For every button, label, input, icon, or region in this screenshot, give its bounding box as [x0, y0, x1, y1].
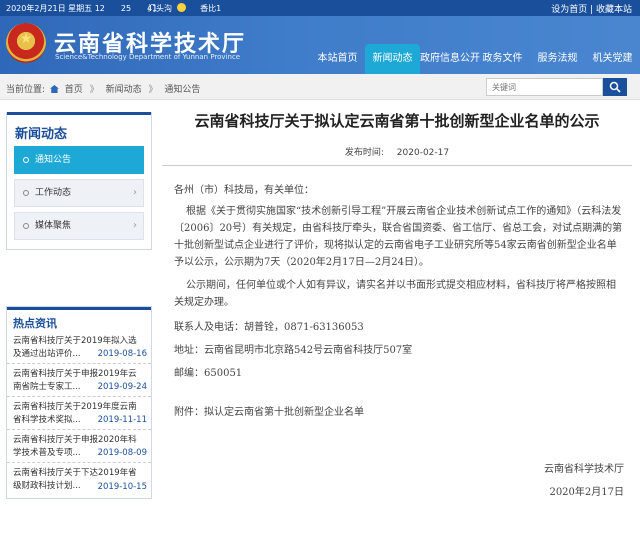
sidebar-item-work-news[interactable]: 工作动态 ›: [14, 179, 144, 207]
breadcrumb-separator: 》: [89, 85, 99, 95]
site-subtitle: Science&Technology Department of Yunnan …: [55, 53, 241, 61]
hot-news-line2: 南省院士专家工...: [13, 382, 81, 392]
breadcrumb-news[interactable]: 新闻动态: [106, 85, 142, 95]
hot-news-item[interactable]: 云南省科技厅关于申报2020年科 学技术普及专项... 2019-08-09: [7, 432, 151, 463]
article-meta: 发布时间: 2020-02-17: [162, 145, 632, 158]
sidebar: 新闻动态 通知公告 工作动态 › 媒体聚焦 ›: [6, 112, 152, 250]
nav-home[interactable]: 本站首页: [310, 44, 365, 74]
signature: 云南省科学技术厅: [544, 464, 624, 475]
hot-news-line2: 学技术普及专项...: [13, 448, 81, 458]
hot-news-item[interactable]: 云南省科技厅关于2019年拟入选 及通过出站评价... 2019-08-16: [7, 333, 151, 364]
hot-news-item[interactable]: 云南省科技厅关于下达2019年省 级财政科技计划... 2019-10-15: [7, 465, 151, 496]
postcode-info: 邮编：650051: [174, 368, 243, 379]
article: 云南省科技厅关于拟认定云南省第十批创新型企业名单的公示 发布时间: 2020-0…: [162, 112, 632, 501]
chevron-right-icon: ›: [133, 220, 137, 231]
article-title: 云南省科技厅关于拟认定云南省第十批创新型企业名单的公示: [194, 112, 600, 130]
site-header: ★ 云南省科学技术厅 Science&Technology Department…: [0, 16, 640, 74]
sidebar-title: 新闻动态: [7, 112, 151, 146]
hot-news-line1: 云南省科技厅关于2019年拟入选: [13, 336, 137, 346]
top-info-bar: 2020年2月21日 星期五 12 25 41 门头沟 香比1 设为首页 | 收…: [0, 0, 640, 16]
home-icon: [49, 85, 59, 93]
breadcrumb-notices[interactable]: 通知公告: [164, 85, 200, 95]
hot-news-line2: 级财政科技计划...: [13, 481, 81, 491]
weather-city: 门头沟: [148, 4, 172, 13]
hot-news-date: 2019-10-15: [97, 482, 147, 492]
chevron-right-icon: ›: [133, 187, 137, 198]
search-button[interactable]: [603, 78, 627, 96]
hot-news-item[interactable]: 云南省科技厅关于2019年度云南 省科学技术奖拟... 2019-11-11: [7, 399, 151, 430]
article-greeting: 各州（市）科技局，有关单位：: [174, 185, 314, 196]
homepage-favorite-links[interactable]: 设为首页 | 收藏本站: [551, 2, 632, 15]
attachment-link[interactable]: 附件：拟认定云南省第十批创新型企业名单: [174, 404, 624, 421]
article-body: 各州（市）科技局，有关单位： 根据《关于贯彻实施国家“技术创新引导工程”开展云南…: [162, 182, 632, 501]
sidebar-news-panel: 新闻动态 通知公告 工作动态 › 媒体聚焦 ›: [6, 112, 152, 250]
bullet-icon: [23, 223, 29, 229]
current-datetime: 2020年2月21日 星期五 12 25 41: [6, 4, 158, 13]
nav-service-regulations[interactable]: 服务法规: [530, 44, 585, 74]
publish-date-label: 发布时间:: [344, 148, 384, 158]
sun-icon: [176, 3, 186, 12]
hot-news-line1: 云南省科技厅关于下达2019年省: [13, 468, 137, 478]
nav-news[interactable]: 新闻动态: [365, 44, 420, 74]
article-paragraph: 根据《关于贯彻实施国家“技术创新引导工程”开展云南省企业技术创新试点工作的通知》…: [174, 206, 623, 268]
hot-news-date: 2019-09-24: [97, 382, 147, 392]
publish-date: 2020-02-17: [396, 148, 450, 158]
sidebar-item-label: 媒体聚焦: [35, 221, 72, 231]
sidebar-item-label: 工作动态: [35, 188, 72, 198]
breadcrumb-label: 当前位置:: [6, 85, 46, 95]
bullet-icon: [23, 157, 29, 163]
nav-info-disclosure[interactable]: 政府信息公开: [420, 44, 480, 74]
breadcrumb-home[interactable]: 首页: [65, 85, 83, 95]
hot-news-line1: 云南省科技厅关于申报2020年科: [13, 435, 137, 445]
search-icon: [609, 81, 621, 93]
breadcrumb: 当前位置: 首页 》 新闻动态 》 通知公告: [6, 82, 200, 95]
hot-news-date: 2019-08-09: [97, 448, 147, 458]
hot-news-line1: 云南省科技厅关于申报2019年云: [13, 369, 137, 379]
sidebar-item-label: 通知公告: [35, 155, 72, 165]
address-info: 地址：云南省昆明市北京路542号云南省科技厅507室: [174, 345, 413, 356]
weather-extra: 香比1: [200, 4, 222, 13]
weather-widget: 门头沟 香比1: [148, 3, 221, 14]
nav-party-building[interactable]: 机关党建: [585, 44, 640, 74]
sidebar-item-media[interactable]: 媒体聚焦 ›: [14, 212, 144, 240]
hot-news-date: 2019-08-16: [97, 349, 147, 359]
hot-news-line1: 云南省科技厅关于2019年度云南: [13, 402, 137, 412]
breadcrumb-separator: 》: [148, 85, 158, 95]
hot-news-line2: 省科学技术奖拟...: [13, 415, 81, 425]
hot-news-panel: 热点资讯 云南省科技厅关于2019年拟入选 及通过出站评价... 2019-08…: [6, 306, 152, 499]
signature-date: 2020年2月17日: [549, 487, 624, 498]
hot-news-line2: 及通过出站评价...: [13, 349, 81, 359]
hot-news-date: 2019-11-11: [97, 415, 147, 425]
search-input[interactable]: [486, 78, 603, 96]
hot-news-item[interactable]: 云南省科技厅关于申报2019年云 南省院士专家工... 2019-09-24: [7, 366, 151, 397]
main-nav: 本站首页 新闻动态 政府信息公开 政务文件 服务法规 机关党建: [310, 44, 640, 74]
title-divider: [162, 165, 632, 166]
bullet-icon: [23, 190, 29, 196]
national-emblem-icon: ★: [6, 23, 46, 63]
article-paragraph: 公示期间，任何单位或个人如有异议，请实名并以书面形式提交相应材料，省科技厅将严格…: [174, 280, 616, 308]
nav-gov-documents[interactable]: 政务文件: [475, 44, 530, 74]
contact-info: 联系人及电话：胡普铨，0871-63136053: [174, 322, 364, 333]
breadcrumb-bar: 当前位置: 首页 》 新闻动态 》 通知公告: [0, 74, 640, 100]
sidebar-item-notices[interactable]: 通知公告: [14, 146, 144, 174]
hot-news-title: 热点资讯: [7, 307, 151, 333]
